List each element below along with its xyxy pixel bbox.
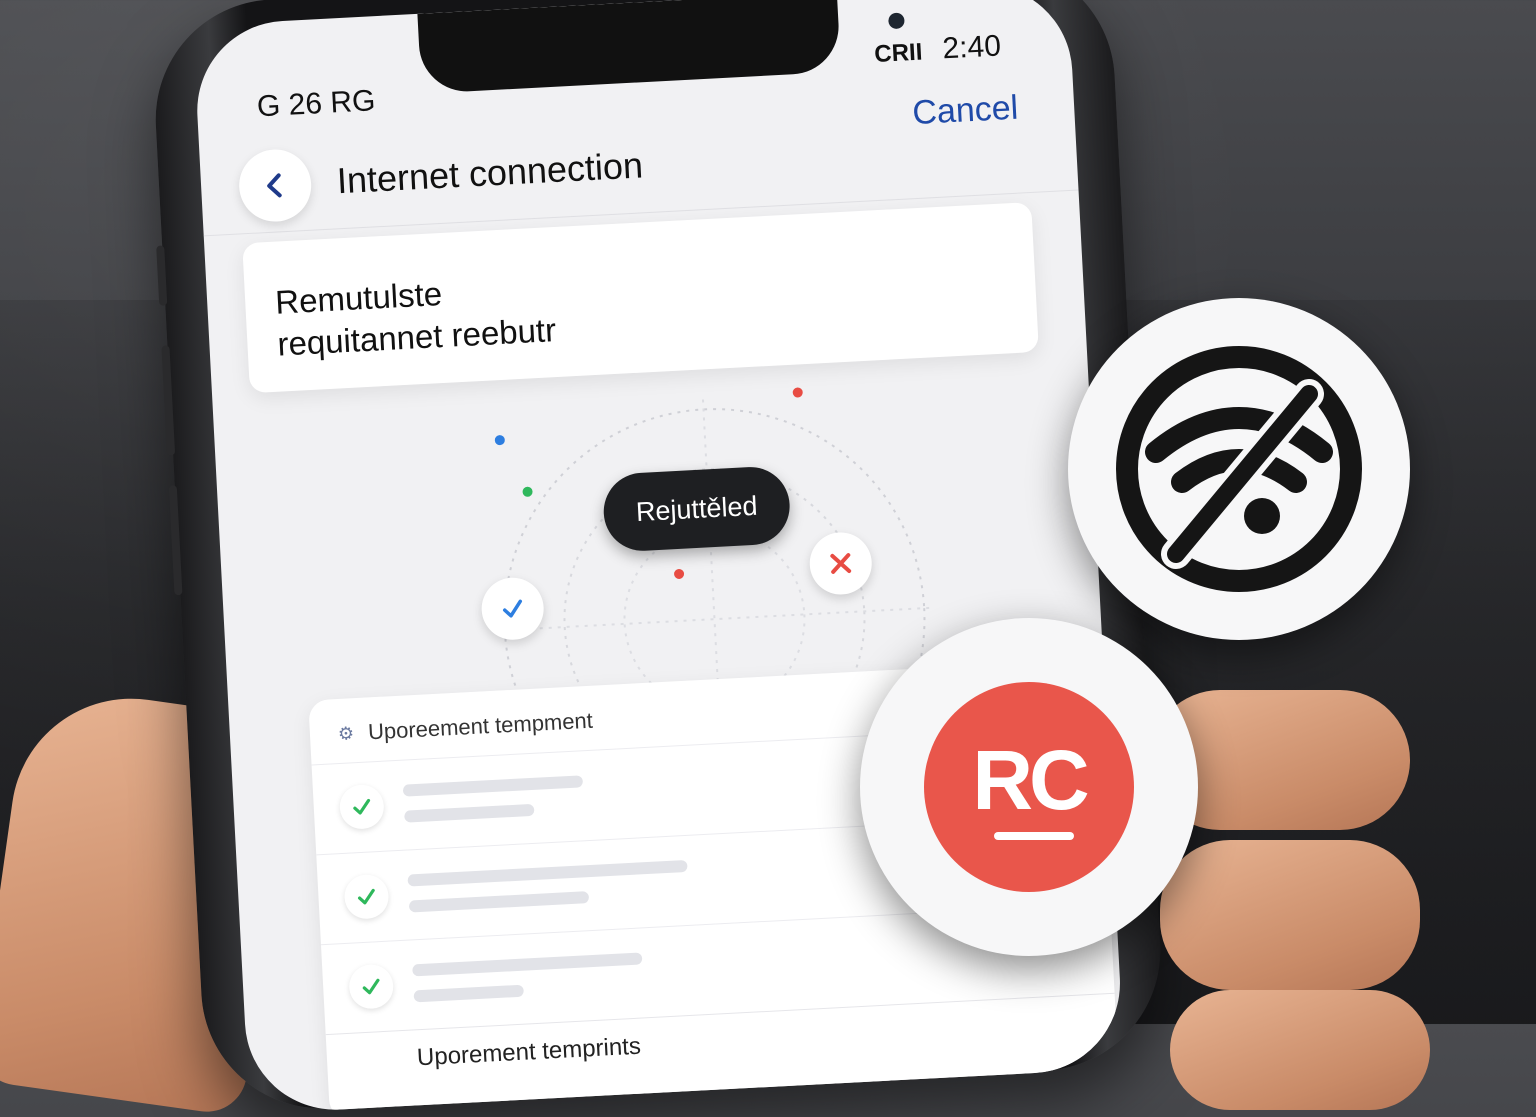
placeholder-line — [408, 891, 590, 913]
placeholder-line — [404, 803, 535, 823]
clock: 2:40 — [941, 29, 1002, 66]
placeholder-line — [412, 952, 643, 977]
carrier-label: CRII — [873, 38, 924, 68]
cancel-button[interactable]: Cancel — [911, 89, 1019, 133]
hand-finger — [1170, 990, 1430, 1110]
placeholder-line — [413, 984, 524, 1003]
list-footer-label: Uporement temprints — [416, 1032, 642, 1072]
row-status-check — [338, 783, 385, 830]
list-header-label: Uporeement tempment — [367, 707, 594, 745]
rejected-status-pill: Rejuttěled — [601, 465, 792, 553]
notch — [417, 0, 905, 94]
placeholder-line — [402, 775, 584, 797]
list-header: ⚙ Uporeement tempment — [337, 708, 593, 747]
check-icon — [362, 978, 380, 995]
check-icon — [353, 798, 371, 815]
status-left-text: G 26 RG — [256, 84, 377, 124]
front-camera — [888, 12, 905, 30]
message-card: Remutulste requitannet reebutr — [242, 202, 1039, 394]
x-icon — [830, 553, 852, 574]
hand-finger — [1160, 840, 1420, 990]
back-button[interactable] — [237, 147, 314, 224]
rc-logo-badge: RC — [860, 618, 1198, 956]
row-status-check — [348, 963, 395, 1010]
row-status-check — [343, 873, 390, 920]
message-text: Remutulste requitannet reebutr — [274, 267, 557, 365]
chevron-left-icon — [267, 173, 282, 198]
page-title: Internet connection — [335, 144, 644, 202]
placeholder-line — [407, 859, 688, 887]
rc-logo-swoosh — [994, 832, 1074, 840]
rc-logo: RC — [924, 682, 1134, 892]
wifi-off-icon — [1116, 346, 1362, 592]
settings-icon: ⚙ — [337, 722, 355, 744]
check-icon — [502, 599, 523, 618]
status-right: CRII 2:40 — [873, 29, 1002, 70]
check-icon — [357, 888, 375, 905]
rc-logo-text: RC — [972, 732, 1089, 827]
wifi-off-badge — [1068, 298, 1410, 640]
